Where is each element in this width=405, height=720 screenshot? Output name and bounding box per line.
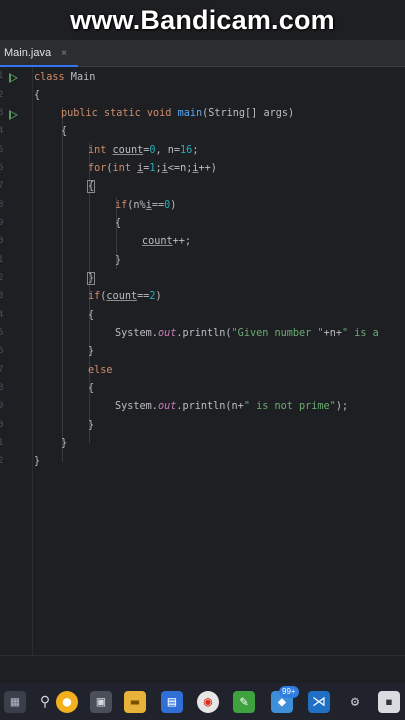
line-number: 0 [0, 236, 4, 246]
code-line: System.out.println(n+" is not prime"); [115, 401, 349, 412]
code-editor[interactable]: 1 2 3 4 5 6 7 8 9 0 1 2 3 4 5 6 7 8 9 0 … [0, 67, 405, 655]
code-line: for(int i=1;i<=n;i++) [88, 163, 217, 174]
code-line: } [86, 272, 96, 285]
settings-icon[interactable]: ⚙ [344, 691, 366, 713]
line-number: 9 [0, 218, 4, 228]
vscode-icon[interactable]: ⋊ [308, 691, 330, 713]
code-line: int count=0, n=16; [88, 145, 199, 156]
line-number: 4 [0, 126, 4, 136]
indent-guide [62, 107, 63, 462]
line-number: 8 [0, 383, 4, 393]
line-number: 2 [0, 273, 4, 283]
close-icon[interactable]: × [61, 48, 67, 59]
files-icon[interactable]: ✎ [233, 691, 255, 713]
run-main-icon[interactable] [9, 110, 18, 120]
line-number: 1 [0, 255, 4, 265]
windows-icon[interactable]: ▦ [4, 691, 26, 713]
line-number: 7 [0, 181, 4, 191]
line-number: 2 [0, 456, 4, 466]
line-number: 6 [0, 346, 4, 356]
line-number: 3 [0, 108, 4, 118]
taskview-icon[interactable]: ▣ [90, 691, 112, 713]
code-line: public static void main(String[] args) [61, 108, 295, 119]
editor-tab-bar: Main.java × [0, 40, 405, 67]
windows-taskbar: ▦ ⚲ ● ▣ ▬ ▤ ◉ ✎ ◆ ⋊ ⚙ ▪ [0, 683, 405, 720]
explorer-icon[interactable]: ▬ [124, 691, 146, 713]
line-number: 5 [0, 145, 4, 155]
bandicam-watermark: www.Bandicam.com [0, 0, 405, 40]
run-class-icon[interactable] [9, 73, 18, 83]
line-number: 9 [0, 401, 4, 411]
code-area[interactable]: class Main { public static void main(Str… [34, 67, 405, 655]
widgets-icon[interactable]: ● [56, 691, 78, 713]
code-line: System.out.println("Given number "+n+" i… [115, 328, 379, 339]
tab-main-java[interactable]: Main.java × [0, 40, 75, 66]
line-number: 3 [0, 291, 4, 301]
code-line: { [88, 310, 95, 321]
code-line: } [61, 438, 68, 449]
gutter-divider [32, 67, 33, 655]
line-number: 8 [0, 200, 4, 210]
code-line: { [61, 126, 68, 137]
other-icon[interactable]: ▪ [378, 691, 400, 713]
code-line: if(count==2) [88, 291, 162, 302]
code-line: { [88, 383, 95, 394]
line-number: 4 [0, 310, 4, 320]
line-number: 0 [0, 420, 4, 430]
notification-badge: 99+ [279, 686, 299, 698]
code-line: else [88, 365, 113, 376]
tab-label: Main.java [4, 47, 52, 59]
line-gutter: 1 2 3 4 5 6 7 8 9 0 1 2 3 4 5 6 7 8 9 0 … [0, 67, 32, 655]
code-line: } [88, 420, 95, 431]
code-line: } [34, 456, 41, 467]
code-line: if(n%i==0) [115, 200, 177, 211]
code-line: { [34, 90, 41, 101]
code-line: { [86, 180, 96, 193]
code-line: { [115, 218, 122, 229]
code-line: } [115, 255, 122, 266]
store-icon[interactable]: ▤ [161, 691, 183, 713]
line-number: 7 [0, 365, 4, 375]
code-line: class Main [34, 72, 96, 83]
line-number: 5 [0, 328, 4, 338]
code-line: count++; [142, 236, 192, 247]
chrome-icon[interactable]: ◉ [197, 691, 219, 713]
line-number: 1 [0, 71, 4, 81]
line-number: 2 [0, 90, 4, 100]
line-number: 1 [0, 438, 4, 448]
code-line: } [88, 346, 95, 357]
search-icon[interactable]: ⚲ [34, 691, 56, 713]
line-number: 6 [0, 163, 4, 173]
editor-bottom-strip [0, 655, 405, 684]
